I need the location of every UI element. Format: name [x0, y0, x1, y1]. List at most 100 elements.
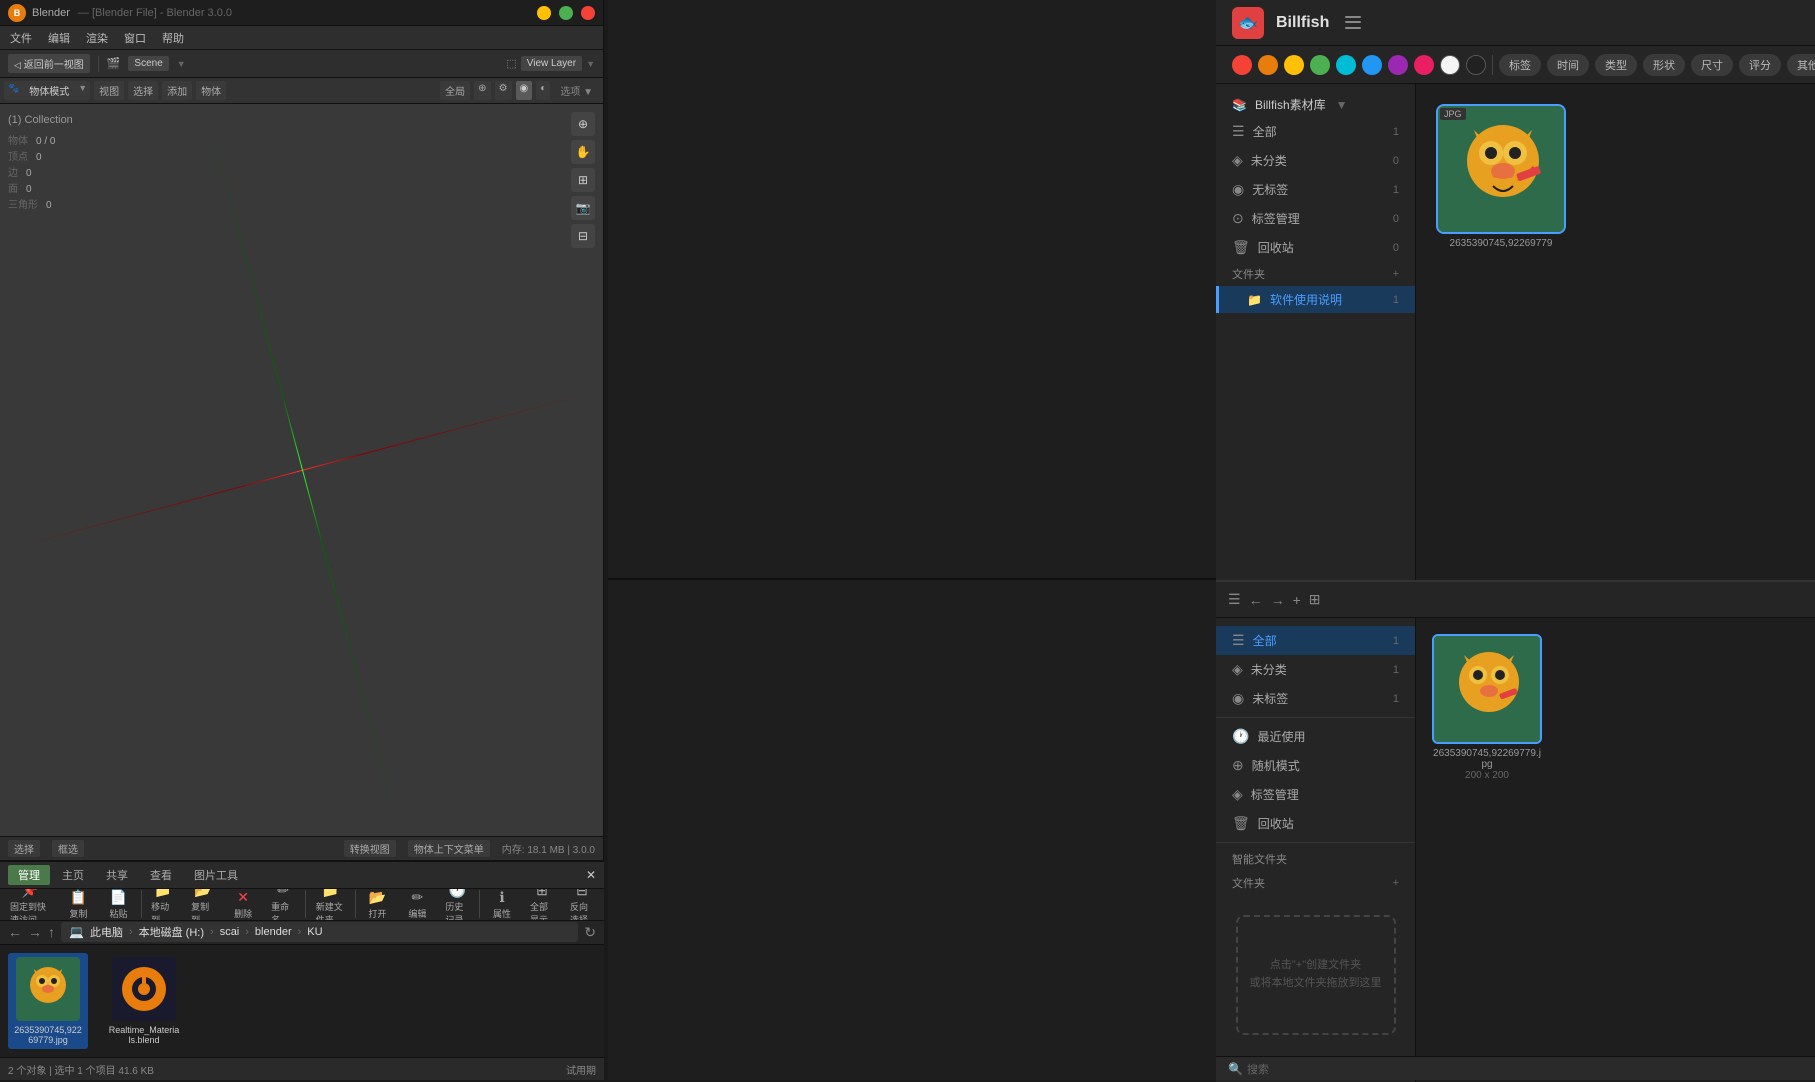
menu-file[interactable]: 文件 [4, 28, 38, 48]
tab-home[interactable]: 主页 [52, 865, 94, 885]
menu-window[interactable]: 窗口 [118, 28, 152, 48]
color-red[interactable] [1232, 55, 1252, 75]
viewport-3d[interactable]: (1) Collection 物体 0 / 0 顶点 0 边 0 面 0 三角形… [0, 104, 603, 836]
minimize-button[interactable] [537, 6, 551, 20]
object-btn[interactable]: 物体 [196, 81, 226, 100]
color-blue[interactable] [1362, 55, 1382, 75]
shading-btn[interactable]: ◐ [536, 81, 550, 100]
history-btn[interactable]: 🕐 历史记录 [439, 889, 475, 921]
other-filter[interactable]: 其他筛选 [1787, 54, 1815, 76]
context-menu-btn[interactable]: 物体上下文菜单 [408, 840, 490, 857]
tab-view[interactable]: 查看 [140, 865, 182, 885]
paste-btn[interactable]: 📄 粘贴 [101, 889, 137, 921]
up-btn[interactable]: ↑ [48, 924, 55, 940]
tab-share[interactable]: 共享 [96, 865, 138, 885]
bf-grid2-btn[interactable]: ⊞ [1309, 591, 1321, 608]
select-btn[interactable]: 选择 [128, 81, 158, 100]
sidebar-untagged[interactable]: ◉ 无标签 1 [1216, 175, 1415, 204]
scene-expand[interactable]: ▼ [177, 59, 186, 69]
props-btn[interactable]: ⚙ [495, 81, 512, 100]
pin-access-btn[interactable]: 📌 固定到快速访问 [4, 889, 57, 921]
tab-manage[interactable]: 管理 [8, 865, 50, 885]
open-btn[interactable]: 📂 打开 [359, 889, 395, 921]
bf-menu-btn[interactable]: ☰ [1228, 591, 1241, 608]
tab-picture-tools[interactable]: 图片工具 [184, 865, 248, 885]
layer-expand[interactable]: ▼ [586, 59, 595, 69]
library-header[interactable]: 📚 Billfish素材库 ▼ [1216, 92, 1415, 117]
mode-switcher[interactable]: 🐾 物体模式 ▼ [4, 81, 90, 100]
menu-help[interactable]: 帮助 [156, 28, 190, 48]
sidebar-all[interactable]: ☰ 全部 1 [1216, 117, 1415, 146]
color-yellow[interactable] [1284, 55, 1304, 75]
mode-expand[interactable]: ▼ [75, 81, 90, 100]
folder-software-docs[interactable]: 📁 软件使用说明 1 [1216, 286, 1415, 313]
transform-view-btn[interactable]: 转换视图 [344, 840, 396, 857]
path-blender[interactable]: blender [255, 926, 292, 938]
copy-to-btn[interactable]: 📂 复制到 [185, 889, 221, 921]
transform-btn[interactable]: ⊕ [474, 81, 490, 100]
hamburger-menu[interactable] [1341, 11, 1365, 35]
bot-asset-item[interactable]: 2635390745,92269779.jpg 200 x 200 [1432, 634, 1542, 781]
move-btn[interactable]: 📁 移动到 [145, 889, 181, 921]
delete-btn[interactable]: ✕ 删除 [225, 889, 261, 921]
path-scai[interactable]: scai [220, 926, 240, 938]
color-pink[interactable] [1414, 55, 1434, 75]
bf-back2-btn[interactable]: ← [1249, 592, 1263, 608]
bot-sidebar-all[interactable]: ☰ 全部 1 [1216, 626, 1415, 655]
color-cyan[interactable] [1336, 55, 1356, 75]
type-filter[interactable]: 类型 [1595, 54, 1637, 76]
properties-btn[interactable]: ℹ 属性 [484, 889, 520, 921]
color-green[interactable] [1310, 55, 1330, 75]
global-btn[interactable]: 全局 [440, 81, 470, 100]
menu-edit[interactable]: 编辑 [42, 28, 76, 48]
add-btn[interactable]: 添加 [162, 81, 192, 100]
overlay-btn[interactable]: ◉ [516, 81, 533, 100]
file-item-blend[interactable]: Realtime_Materials.blend [104, 953, 184, 1049]
close-button[interactable] [581, 6, 595, 20]
grid-btn[interactable]: ⊟ [571, 224, 595, 248]
bot-sidebar-untag[interactable]: ◉ 未标签 1 [1216, 684, 1415, 713]
show-all-btn[interactable]: ⊞ 全部显示 [524, 889, 560, 921]
size-filter[interactable]: 尺寸 [1691, 54, 1733, 76]
library-dropdown[interactable]: ▼ [1336, 98, 1348, 112]
zoom-btn[interactable]: ⊞ [571, 168, 595, 192]
select-mode-btn[interactable]: 选择 [8, 840, 40, 857]
address-path[interactable]: 💻 此电脑 › 本地磁盘 (H:) › scai › blender › KU [61, 922, 578, 942]
invert-select-btn[interactable]: ⊟ 反向选择 [564, 889, 600, 921]
camera-btn[interactable]: 📷 [571, 196, 595, 220]
color-orange[interactable] [1258, 55, 1278, 75]
path-ku[interactable]: KU [307, 926, 322, 938]
back-view-btn[interactable]: ◁ 返回前一视图 [8, 54, 90, 73]
asset-item-main[interactable]: JPG 2635390745,92269779 [1436, 104, 1566, 249]
bot-sidebar-trash[interactable]: 🗑 回收站 [1216, 809, 1415, 838]
tag-filter[interactable]: 标签 [1499, 54, 1541, 76]
orbit-btn[interactable]: ⊕ [571, 112, 595, 136]
bot-sidebar-random[interactable]: ⊕ 随机模式 [1216, 751, 1415, 780]
color-white[interactable] [1440, 55, 1460, 75]
add-folder2-btn[interactable]: + [1393, 877, 1399, 889]
bot-sidebar-recent[interactable]: 🕐 最近使用 [1216, 722, 1415, 751]
bf-fwd2-btn[interactable]: → [1271, 592, 1285, 608]
sidebar-uncategorized[interactable]: ◈ 未分类 0 [1216, 146, 1415, 175]
rename-btn[interactable]: ✏ 重命名 [265, 889, 301, 921]
select-menu[interactable]: 选项 ▼ [554, 85, 599, 100]
pan-btn[interactable]: ✋ [571, 140, 595, 164]
path-disk[interactable]: 本地磁盘 (H:) [139, 924, 204, 940]
object-mode[interactable]: 物体模式 [23, 81, 75, 100]
box-select-btn[interactable]: 框选 [52, 840, 84, 857]
bot-sidebar-uncat[interactable]: ◈ 未分类 1 [1216, 655, 1415, 684]
back-btn[interactable]: ← [8, 924, 22, 940]
maximize-button[interactable] [559, 6, 573, 20]
menu-render[interactable]: 渲染 [80, 28, 114, 48]
time-filter[interactable]: 时间 [1547, 54, 1589, 76]
path-pc[interactable]: 此电脑 [90, 924, 123, 940]
bf-add2-btn[interactable]: + [1293, 592, 1301, 608]
view-btn[interactable]: 视图 [94, 81, 124, 100]
copy-btn[interactable]: 📋 复制 [61, 889, 97, 921]
shape-filter[interactable]: 形状 [1643, 54, 1685, 76]
file-item-jpg[interactable]: 2635390745,92269779.jpg [8, 953, 88, 1049]
color-black[interactable] [1466, 55, 1486, 75]
drop-area[interactable]: 点击"+"创建文件夹 或将本地文件夹拖放到这里 [1236, 915, 1396, 1035]
scene-dropdown[interactable]: Scene [128, 56, 168, 71]
edit-btn[interactable]: ✏ 编辑 [399, 889, 435, 921]
